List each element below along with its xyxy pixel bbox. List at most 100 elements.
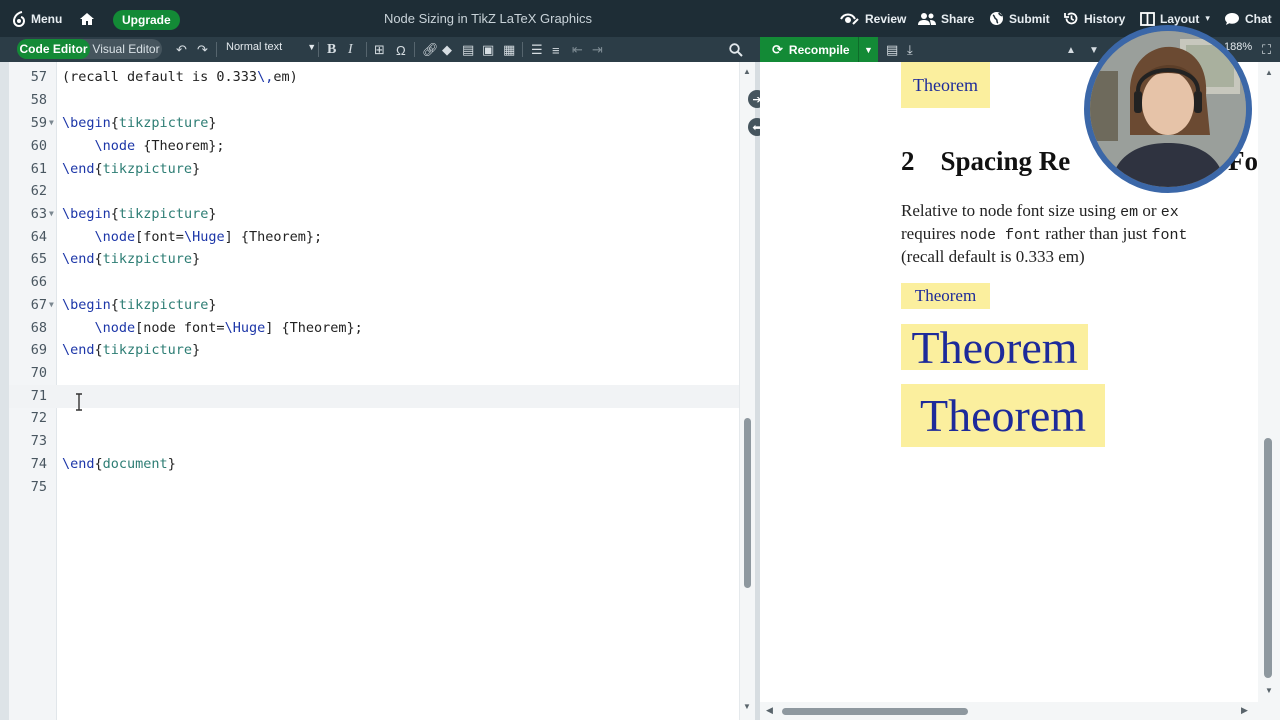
code-line[interactable]: 64 \node[font=\Huge] {Theorem}; [9, 226, 739, 249]
code-line[interactable]: 63 ▼ \begin{tikzpicture} [9, 203, 739, 226]
refresh-icon: ⟳ [772, 41, 783, 57]
globe-icon [990, 12, 1003, 25]
code-text: \end{tikzpicture} [62, 251, 201, 267]
submit-label: Submit [1009, 11, 1050, 26]
recompile-button[interactable]: ⟳ Recompile ▼ [760, 37, 878, 62]
code-line[interactable]: 73 [9, 430, 739, 453]
line-number: 58 [30, 92, 47, 108]
section-number: 2 [901, 146, 915, 176]
history-button[interactable]: History [1064, 0, 1125, 37]
submit-button[interactable]: Submit [989, 0, 1050, 37]
code-line[interactable]: 75 [9, 476, 739, 499]
fullscreen-icon[interactable]: ⛶ [1262, 41, 1271, 59]
theorem-node-huge-font: Theorem [901, 322, 1088, 373]
code-line[interactable]: 65 \end{tikzpicture} [9, 248, 739, 271]
line-number: 72 [30, 410, 47, 426]
editor-toolbar: Code Editor Visual Editor ↶ ↷ Normal tex… [0, 37, 1280, 62]
preview-vertical-scrollbar[interactable]: ▲ ▼ [1258, 62, 1280, 702]
scroll-up-arrow-icon[interactable]: ▲ [1265, 68, 1273, 77]
document-title[interactable]: Node Sizing in TikZ LaTeX Graphics [340, 0, 636, 37]
previous-page-icon[interactable]: ▲ [1066, 41, 1076, 59]
file-tree-collapsed-edge[interactable] [0, 62, 9, 720]
fold-chevron-icon[interactable]: ▼ [49, 112, 54, 135]
fold-chevron-icon[interactable]: ▼ [49, 294, 54, 317]
scroll-left-arrow-icon[interactable]: ◀ [766, 705, 773, 716]
line-number: 61 [30, 161, 47, 177]
code-line[interactable]: 66 [9, 271, 739, 294]
code-text: (recall default is 0.333\,em) [62, 69, 298, 85]
search-icon[interactable] [729, 41, 743, 59]
code-text-run: em [1120, 204, 1139, 221]
share-users-icon [918, 12, 936, 25]
upgrade-button[interactable]: Upgrade [113, 10, 180, 30]
visual-editor-tab[interactable]: Visual Editor [90, 39, 162, 59]
overleaf-logo-icon [12, 10, 26, 27]
chat-bubble-icon [1225, 12, 1239, 25]
bold-icon[interactable]: B [327, 41, 336, 59]
citation-book-icon[interactable]: ▤ [462, 41, 474, 59]
chat-button[interactable]: Chat [1224, 0, 1272, 37]
line-number: 65 [30, 251, 47, 267]
redo-icon[interactable]: ↷ [197, 41, 208, 59]
math-icon[interactable]: ⊞ [374, 41, 385, 59]
preview-horizontal-scrollbar[interactable]: ◀ ▶ [760, 702, 1280, 720]
scroll-right-arrow-icon[interactable]: ▶ [1241, 705, 1248, 716]
section-title: Spacing Re [940, 146, 1071, 176]
increase-indent-icon[interactable]: ⇥ [592, 41, 603, 59]
log-file-icon[interactable]: ▤ [886, 41, 898, 59]
line-number: 68 [30, 320, 47, 336]
section-heading: 2 Spacing Re Fo [901, 146, 1258, 177]
fold-chevron-icon[interactable]: ▼ [49, 203, 54, 226]
text-run: rather than just [1041, 224, 1152, 243]
theorem-node-small: Theorem [901, 283, 990, 309]
code-line[interactable]: 68 \node[node font=\Huge] {Theorem}; [9, 317, 739, 340]
code-line[interactable]: 61 \end{tikzpicture} [9, 158, 739, 181]
next-page-icon[interactable]: ▼ [1089, 41, 1099, 59]
code-line[interactable]: 58 [9, 89, 739, 112]
code-text: \begin{tikzpicture} [62, 297, 217, 313]
scroll-down-arrow-icon[interactable]: ▼ [1265, 686, 1273, 695]
code-line[interactable]: 60 \node {Theorem}; [9, 135, 739, 158]
link-icon[interactable]: 🔗︎ [422, 41, 439, 59]
review-button[interactable]: Review [840, 0, 906, 37]
code-editor-tab[interactable]: Code Editor [17, 39, 90, 59]
line-number: 63 [30, 206, 47, 222]
scrollbar-thumb[interactable] [1264, 438, 1272, 678]
symbol-omega-icon[interactable]: Ω [396, 41, 406, 59]
editor-vertical-scrollbar[interactable]: ▲ ▼ [739, 62, 755, 720]
code-text: \end{tikzpicture} [62, 342, 201, 358]
scroll-up-arrow-icon[interactable]: ▲ [743, 67, 751, 76]
code-line[interactable]: 59 ▼ \begin{tikzpicture} [9, 112, 739, 135]
figure-image-icon[interactable]: ▣ [482, 41, 494, 59]
code-line[interactable]: 72 [9, 407, 739, 430]
text-run: or [1138, 201, 1161, 220]
code-line[interactable]: 62 [9, 180, 739, 203]
numbered-list-icon[interactable]: ≡ [552, 41, 560, 59]
code-line[interactable]: 67 ▼ \begin{tikzpicture} [9, 294, 739, 317]
code-editor[interactable]: 57 (recall default is 0.333\,em) 58 59 ▼… [0, 62, 755, 720]
line-number: 67 [30, 297, 47, 313]
home-button[interactable] [79, 0, 100, 37]
recompile-options-caret[interactable]: ▼ [858, 37, 878, 62]
menu-button[interactable]: Menu [12, 0, 62, 37]
reference-tag-icon[interactable]: ◆ [442, 41, 452, 59]
code-line[interactable]: 70 [9, 362, 739, 385]
italic-icon[interactable]: I [348, 41, 353, 59]
bullet-list-icon[interactable]: ☰ [531, 41, 543, 59]
code-line[interactable]: 69 \end{tikzpicture} [9, 339, 739, 362]
toolbar-divider [318, 42, 319, 57]
table-icon[interactable]: ▦ [503, 41, 515, 59]
undo-icon[interactable]: ↶ [176, 41, 187, 59]
share-button[interactable]: Share [918, 0, 974, 37]
scroll-down-arrow-icon[interactable]: ▼ [743, 702, 751, 711]
text-style-select[interactable]: Normal text ▼ [226, 41, 316, 53]
code-line[interactable]: 74 \end{document} [9, 453, 739, 476]
download-pdf-icon[interactable]: ⤓ [907, 41, 913, 59]
scrollbar-thumb[interactable] [782, 708, 968, 715]
active-code-line[interactable]: 71 [9, 385, 739, 408]
decrease-indent-icon[interactable]: ⇤ [572, 41, 583, 59]
code-line[interactable]: 57 (recall default is 0.333\,em) [9, 66, 739, 89]
line-number: 57 [30, 69, 47, 85]
scrollbar-thumb[interactable] [744, 418, 751, 588]
toolbar-divider [414, 42, 415, 57]
